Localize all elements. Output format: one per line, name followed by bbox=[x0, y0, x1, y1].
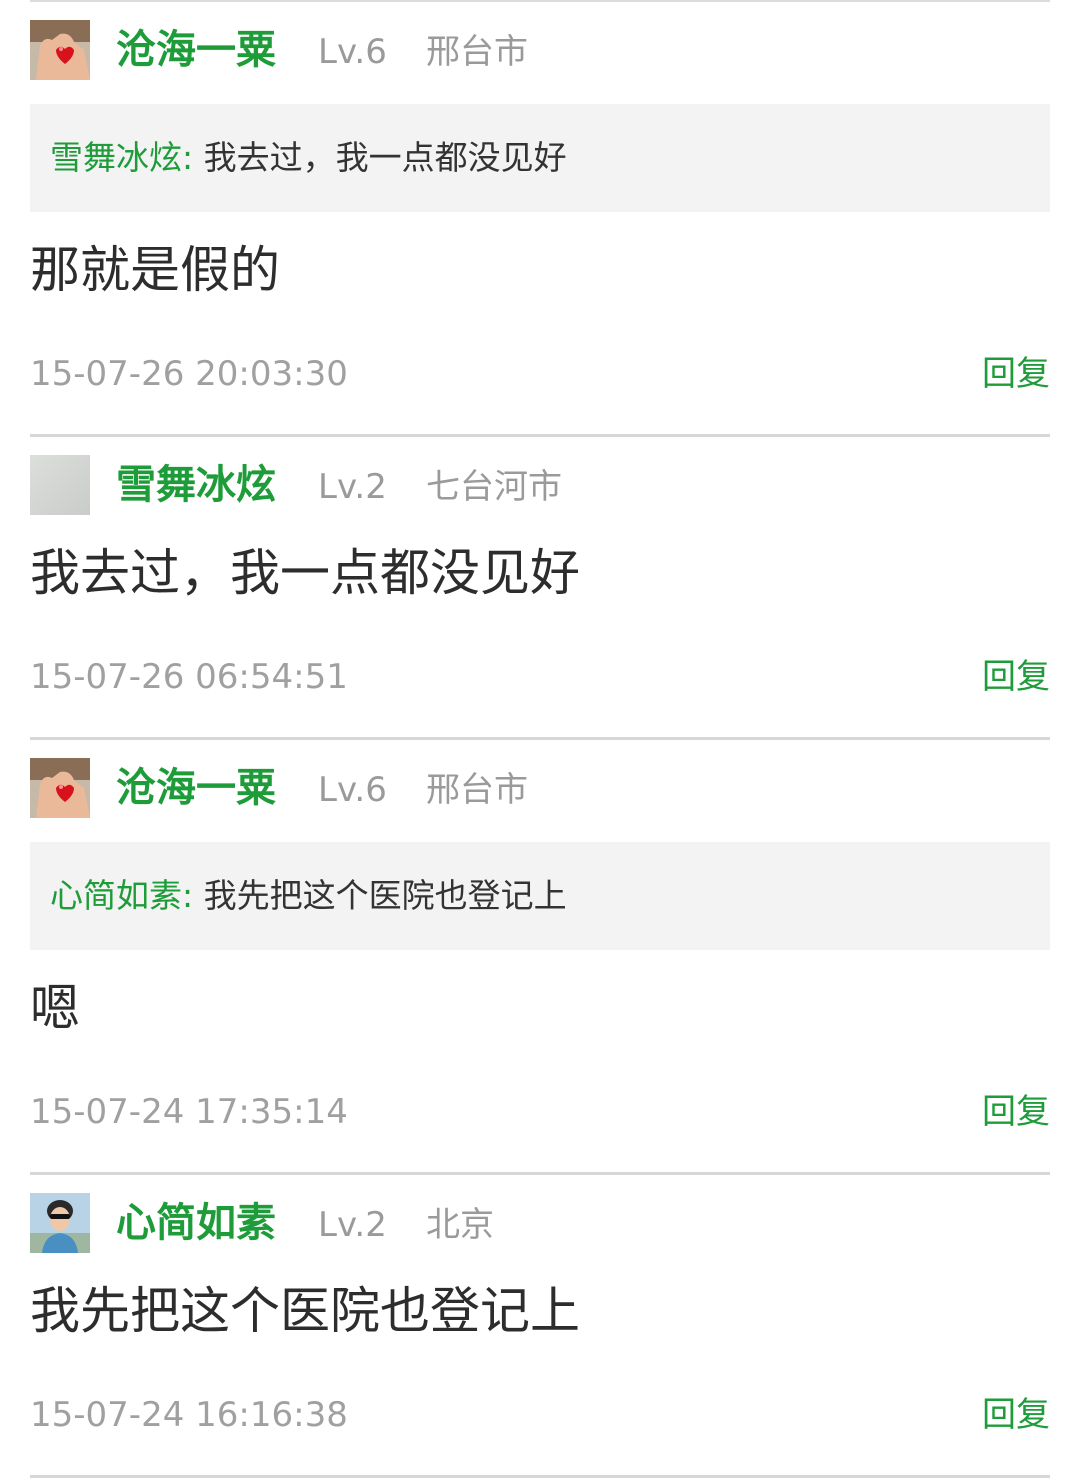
comment-text: 我先把这个医院也登记上 bbox=[30, 1282, 580, 1340]
user-location: 邢台市 bbox=[426, 32, 528, 72]
comment-divider bbox=[30, 737, 1050, 740]
user-level: Lv.6 bbox=[318, 770, 387, 810]
quote-text: 我先把这个医院也登记上 bbox=[203, 876, 567, 915]
person-sunglasses-icon bbox=[30, 1193, 90, 1253]
comment-text: 那就是假的 bbox=[30, 241, 280, 299]
user-location: 七台河市 bbox=[426, 467, 562, 507]
quoted-reply[interactable]: 心简如素: 我先把这个医院也登记上 bbox=[30, 842, 1050, 950]
reply-button[interactable]: 回复 bbox=[982, 1393, 1050, 1437]
comment-item: 心简如素 Lv.2 北京 我先把这个医院也登记上 15-07-24 16:16:… bbox=[30, 1193, 1050, 1480]
comment-header: 雪舞冰炫 Lv.2 七台河市 bbox=[30, 455, 1050, 515]
reply-button[interactable]: 回复 bbox=[982, 655, 1050, 699]
comment-text: 我去过，我一点都没见好 bbox=[30, 544, 580, 602]
hand-holding-heart-icon bbox=[30, 20, 90, 80]
comment-timestamp: 15-07-24 16:16:38 bbox=[30, 1395, 348, 1435]
user-level: Lv.2 bbox=[318, 467, 387, 507]
user-level: Lv.6 bbox=[318, 32, 387, 72]
comment-timestamp: 15-07-24 17:35:14 bbox=[30, 1092, 348, 1132]
username[interactable]: 雪舞冰炫 bbox=[116, 460, 276, 510]
quote-author[interactable]: 心简如素: bbox=[50, 876, 193, 915]
quote-text: 我去过，我一点都没见好 bbox=[203, 138, 567, 177]
comment-item: 沧海一粟 Lv.6 邢台市 雪舞冰炫: 我去过，我一点都没见好 那就是假的 15… bbox=[30, 20, 1050, 438]
comment-text: 嗯 bbox=[30, 979, 80, 1037]
comment-divider bbox=[30, 434, 1050, 437]
comment-header: 心简如素 Lv.2 北京 bbox=[30, 1193, 1050, 1253]
avatar[interactable] bbox=[30, 1193, 90, 1253]
username[interactable]: 沧海一粟 bbox=[116, 25, 276, 75]
username[interactable]: 心简如素 bbox=[116, 1198, 276, 1248]
reply-button[interactable]: 回复 bbox=[982, 1090, 1050, 1134]
user-location: 北京 bbox=[426, 1205, 494, 1245]
comment-header: 沧海一粟 Lv.6 邢台市 bbox=[30, 20, 1050, 80]
avatar[interactable] bbox=[30, 20, 90, 80]
comment-item: 雪舞冰炫 Lv.2 七台河市 我去过，我一点都没见好 15-07-26 06:5… bbox=[30, 455, 1050, 742]
comment-header: 沧海一粟 Lv.6 邢台市 bbox=[30, 758, 1050, 818]
reply-button[interactable]: 回复 bbox=[982, 352, 1050, 396]
hand-holding-heart-icon bbox=[30, 758, 90, 818]
comment-item: 沧海一粟 Lv.6 邢台市 心简如素: 我先把这个医院也登记上 嗯 15-07-… bbox=[30, 758, 1050, 1176]
grey-blank-avatar-icon bbox=[30, 455, 90, 515]
comment-divider bbox=[30, 1475, 1050, 1478]
comment-divider bbox=[30, 1172, 1050, 1175]
avatar[interactable] bbox=[30, 758, 90, 818]
username[interactable]: 沧海一粟 bbox=[116, 763, 276, 813]
avatar[interactable] bbox=[30, 455, 90, 515]
user-location: 邢台市 bbox=[426, 770, 528, 810]
comment-timestamp: 15-07-26 06:54:51 bbox=[30, 657, 348, 697]
top-divider bbox=[30, 0, 1050, 2]
user-level: Lv.2 bbox=[318, 1205, 387, 1245]
comment-timestamp: 15-07-26 20:03:30 bbox=[30, 354, 348, 394]
quoted-reply[interactable]: 雪舞冰炫: 我去过，我一点都没见好 bbox=[30, 104, 1050, 212]
quote-author[interactable]: 雪舞冰炫: bbox=[50, 138, 193, 177]
